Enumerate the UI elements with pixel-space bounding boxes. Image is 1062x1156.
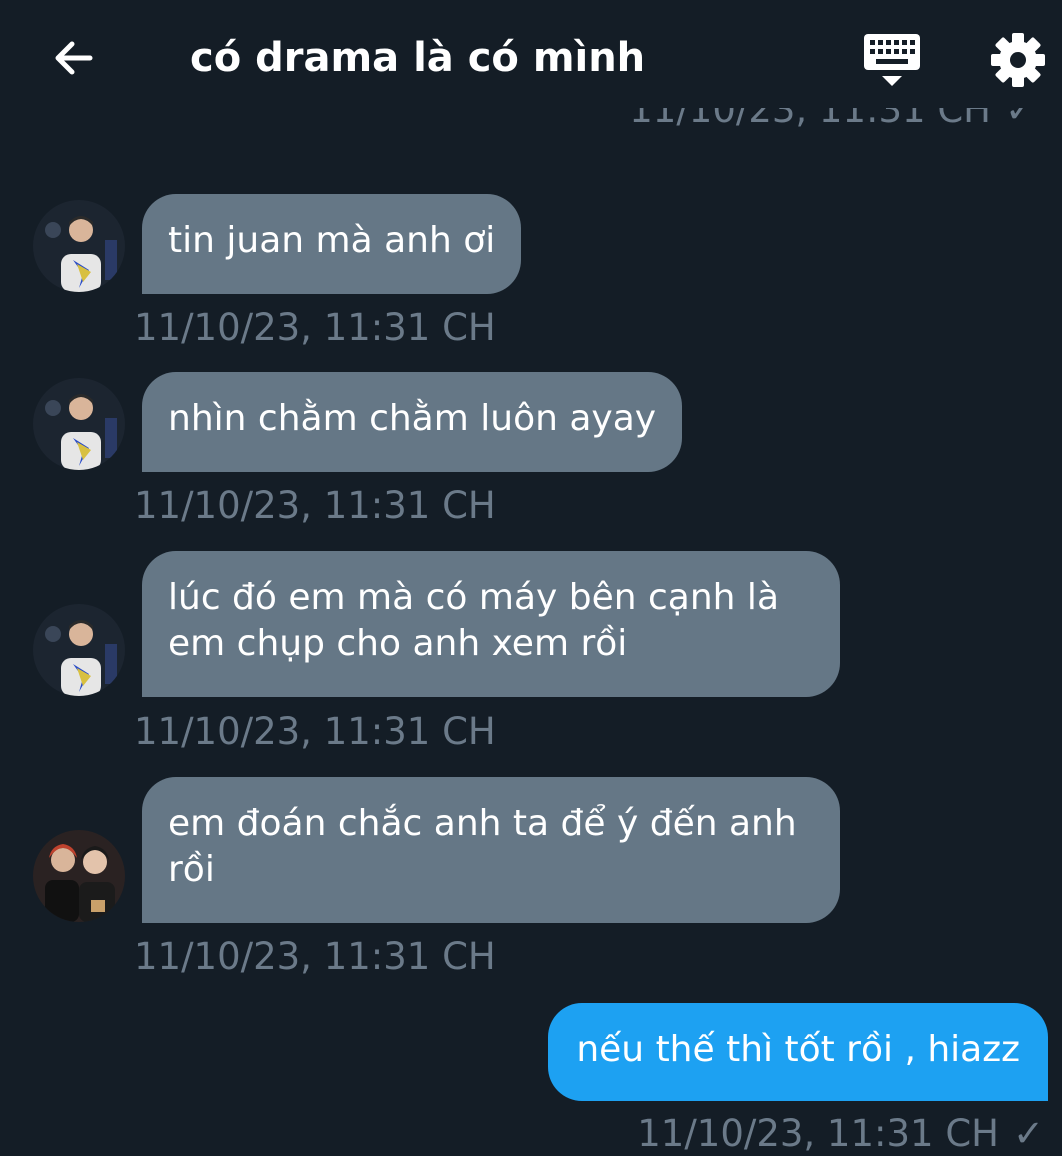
avatar[interactable] — [33, 378, 125, 470]
message-text: nhìn chằm chằm luôn ayay — [168, 398, 657, 439]
message-text: tin juan mà anh ơi — [168, 220, 496, 261]
message-timestamp: 11/10/23, 11:31 CH — [134, 710, 496, 753]
avatar[interactable] — [33, 200, 125, 292]
avatar[interactable] — [33, 604, 125, 696]
message-timestamp: 11/10/23, 11:31 CH — [134, 935, 496, 978]
message-text-line-1: em đoán chắc anh ta để ý đến anh — [168, 803, 797, 844]
message-text: nếu thế thì tốt rồi , hiazz — [576, 1029, 1020, 1070]
message-timestamp: 11/10/23, 11:31 CH — [134, 484, 496, 527]
avatar[interactable] — [33, 830, 125, 922]
message-text-line-2: rồi — [168, 849, 215, 890]
message-timestamp: 11/10/23, 11:31 CH ✓ — [637, 1112, 1044, 1155]
previous-message-timestamp: 11/10/23, 11:31 CH ✓ — [629, 108, 1036, 144]
incoming-message-bubble[interactable]: nhìn chằm chằm luôn ayay — [142, 372, 683, 472]
incoming-message-bubble[interactable]: lúc đó em mà có máy bên cạnh là em chụp … — [142, 551, 840, 697]
avatar-2-image — [33, 830, 125, 922]
message-text-line-1: lúc đó em mà có máy bên cạnh là — [168, 577, 779, 618]
read-receipt-icon: ✓ — [1012, 1112, 1044, 1155]
read-receipt-icon: ✓ — [1004, 108, 1036, 131]
avatar-1-image — [33, 604, 125, 696]
message-list[interactable]: 11/10/23, 11:31 CH ✓ tin juan mà anh ơi 1… — [0, 0, 1062, 1155]
avatar-1-image — [33, 378, 125, 470]
message-timestamp: 11/10/23, 11:31 CH — [134, 306, 496, 349]
incoming-message-bubble[interactable]: em đoán chắc anh ta để ý đến anh rồi — [142, 777, 840, 923]
avatar-1-image — [33, 200, 125, 292]
incoming-message-bubble[interactable]: tin juan mà anh ơi — [142, 194, 522, 294]
message-text-line-2: em chụp cho anh xem rồi — [168, 623, 628, 664]
outgoing-message-bubble[interactable]: nếu thế thì tốt rồi , hiazz — [548, 1003, 1048, 1101]
